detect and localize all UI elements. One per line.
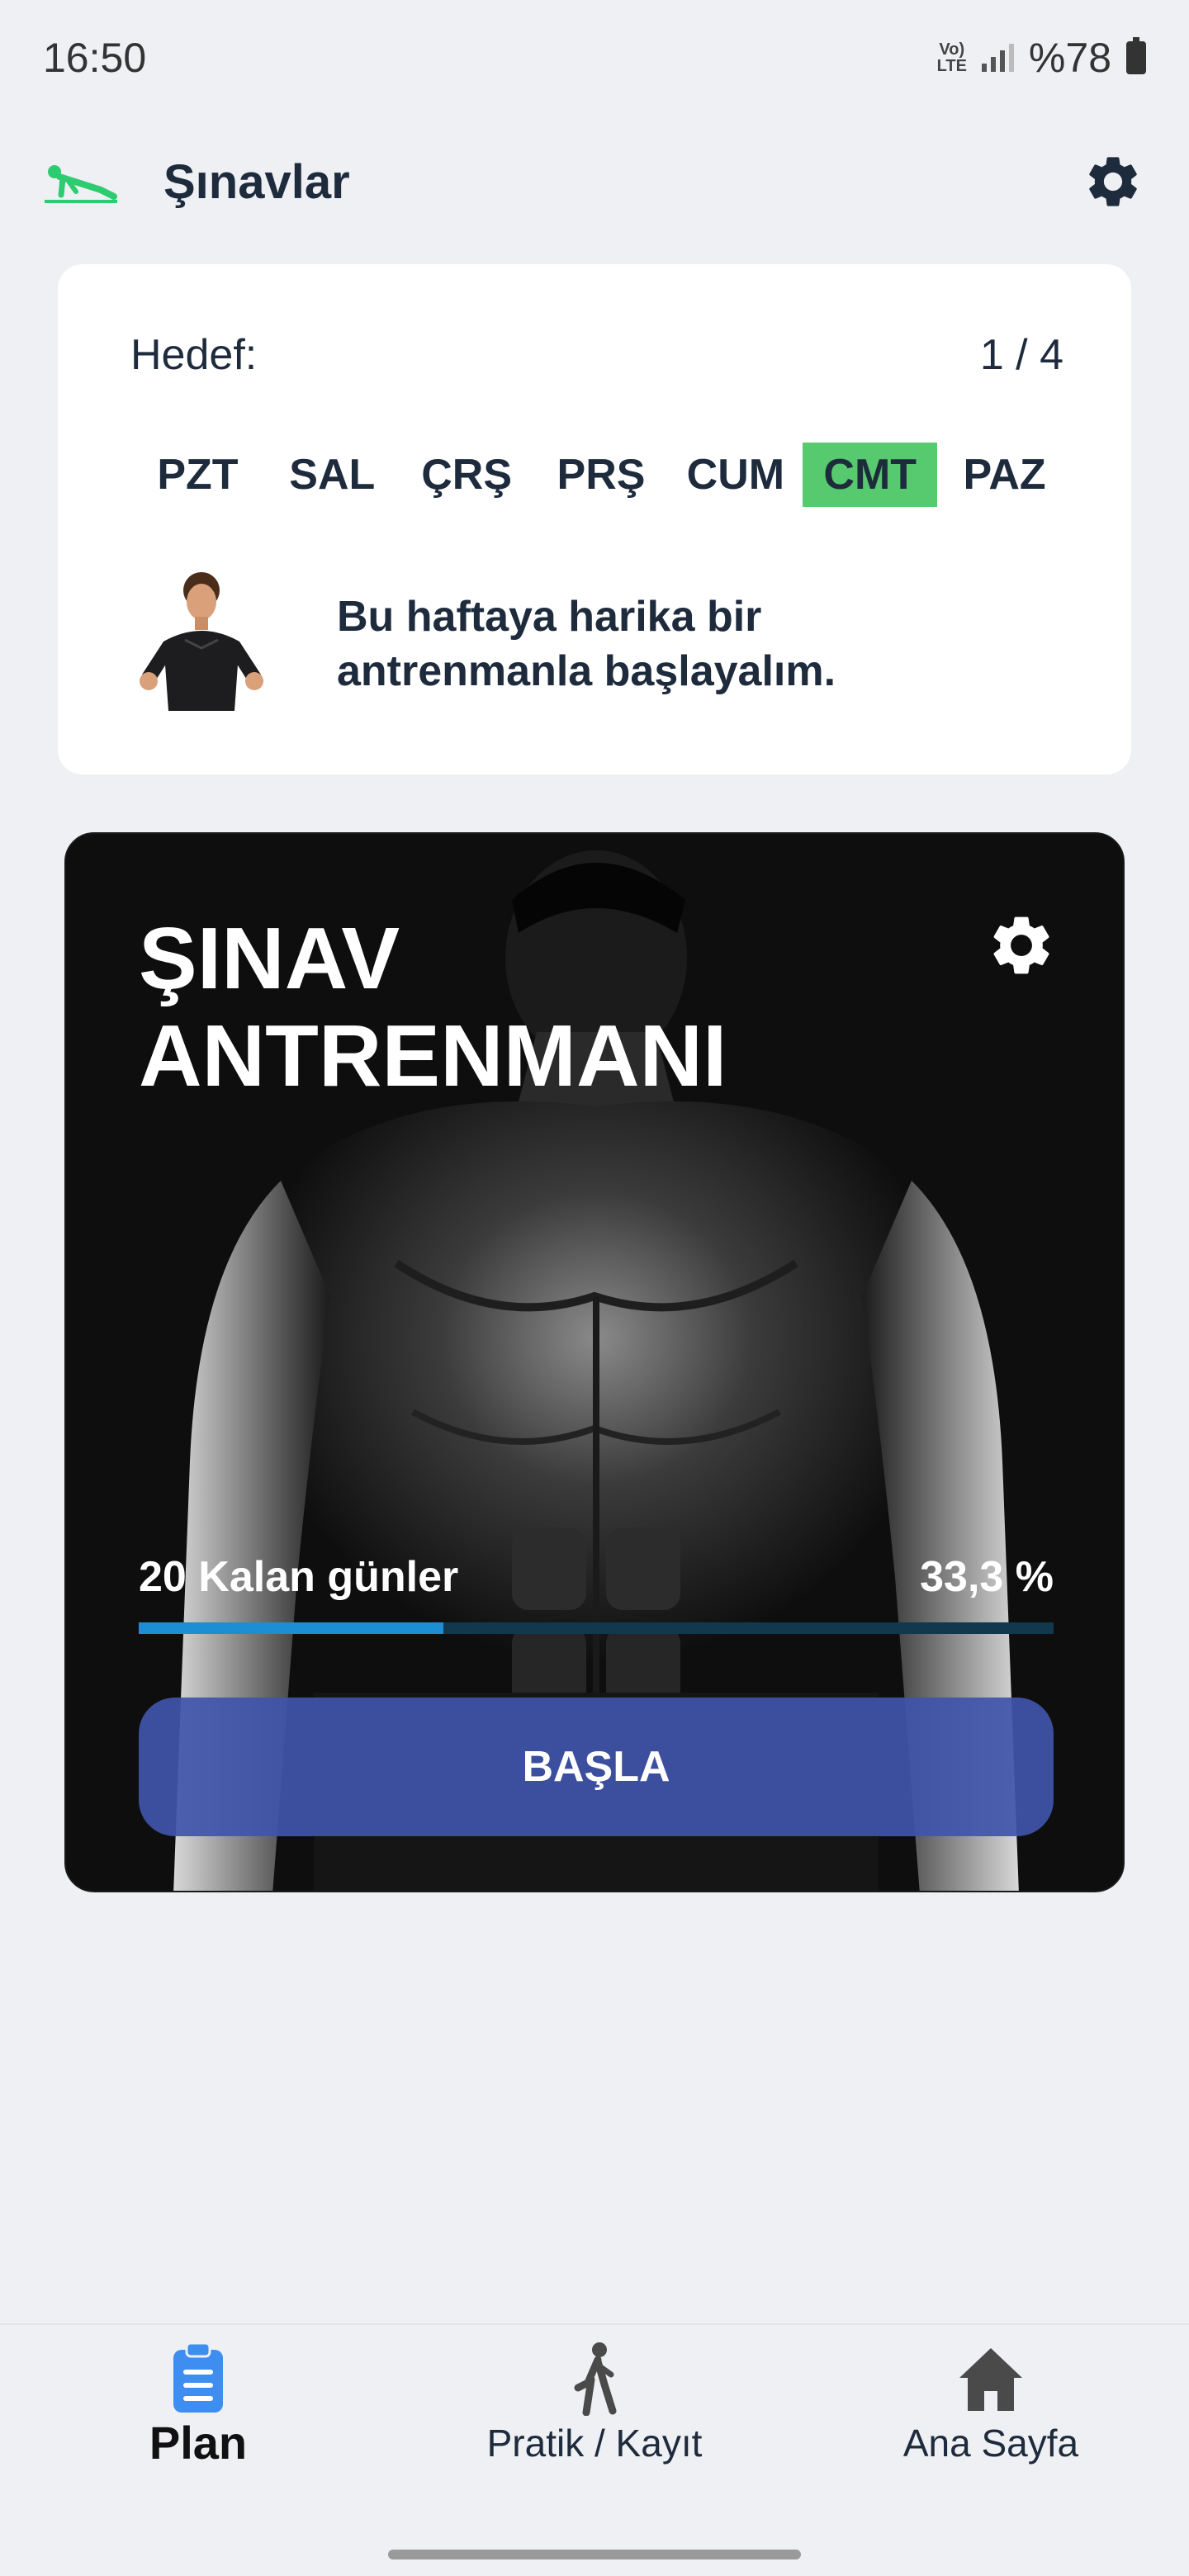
workout-title-line1: ŞINAV <box>139 910 400 1007</box>
volte-line1: Vo) <box>939 40 965 59</box>
weekday-row: PZT SAL ÇRŞ PRŞ CUM CMT PAZ <box>130 443 1072 509</box>
goal-label: Hedef: <box>130 331 258 379</box>
nav-item-home[interactable]: Ana Sayfa <box>793 2325 1189 2490</box>
volte-icon: Vo) LTE <box>937 41 967 74</box>
progress-info: 20 Kalan günler 33,3 % <box>139 1552 1054 1602</box>
home-icon <box>959 2348 1022 2411</box>
day-sun[interactable]: PAZ <box>937 443 1072 507</box>
nav-item-practice-log[interactable]: Pratik / Kayıt <box>396 2325 793 2490</box>
gear-icon <box>1089 157 1137 206</box>
page-title: Şınavlar <box>163 154 350 209</box>
coach-message-row: Bu haftaya harika bir antrenmanla başlay… <box>130 561 1072 727</box>
progress-bar <box>139 1622 1054 1634</box>
workout-title-line2: ANTRENMANI <box>139 1007 727 1105</box>
workout-card[interactable]: ŞINAV ANTRENMANI 20 Kalan günler 33,3 % … <box>64 832 1125 1892</box>
goal-header: Hedef: 1 / 4 <box>130 330 1063 380</box>
status-time: 16:50 <box>43 35 147 81</box>
battery-icon <box>1126 37 1146 74</box>
nav-label-plan: Plan <box>149 2417 248 2469</box>
progress-bar-fill <box>139 1622 443 1634</box>
bottom-navigation: Plan Pratik / Kayıt Ana Sayfa <box>0 2323 1189 2576</box>
nav-label-practice-log: Pratik / Kayıt <box>486 2422 703 2465</box>
start-button[interactable]: BAŞLA <box>139 1698 1054 1836</box>
settings-button[interactable] <box>1080 149 1146 215</box>
home-indicator[interactable] <box>388 2550 801 2559</box>
battery-level: %78 <box>1028 35 1111 81</box>
remaining-days: 20 Kalan günler <box>139 1553 459 1601</box>
weekly-goal-card: Hedef: 1 / 4 PZT SAL ÇRŞ PRŞ CUM CMT PAZ… <box>58 264 1131 774</box>
coach-message: Bu haftaya harika bir antrenmanla başlay… <box>337 593 836 695</box>
status-bar: 16:50 Vo) LTE %78 <box>0 0 1189 116</box>
signal-icon <box>981 44 1014 72</box>
workout-title: ŞINAV ANTRENMANI <box>139 910 882 1105</box>
day-fri[interactable]: CUM <box>668 443 803 507</box>
nav-item-plan[interactable]: Plan <box>0 2325 396 2490</box>
goal-progress: 1 / 4 <box>979 331 1063 379</box>
status-indicators: Vo) LTE %78 <box>937 34 1146 82</box>
coach-avatar <box>140 572 263 711</box>
pushup-icon <box>45 165 117 203</box>
progress-percent: 33,3 % <box>920 1553 1054 1601</box>
day-sat[interactable]: CMT <box>803 443 938 507</box>
day-tue[interactable]: SAL <box>265 443 400 507</box>
clipboard-icon <box>173 2342 223 2413</box>
workout-settings-button[interactable] <box>986 910 1057 981</box>
day-mon[interactable]: PZT <box>130 443 265 507</box>
day-thu[interactable]: PRŞ <box>534 443 669 507</box>
day-wed[interactable]: ÇRŞ <box>400 443 534 507</box>
app-bar: Şınavlar <box>0 132 1189 231</box>
exercise-person-icon <box>574 2342 617 2416</box>
nav-label-home: Ana Sayfa <box>902 2422 1079 2465</box>
gear-icon <box>993 916 1049 974</box>
volte-line2: LTE <box>936 57 967 75</box>
